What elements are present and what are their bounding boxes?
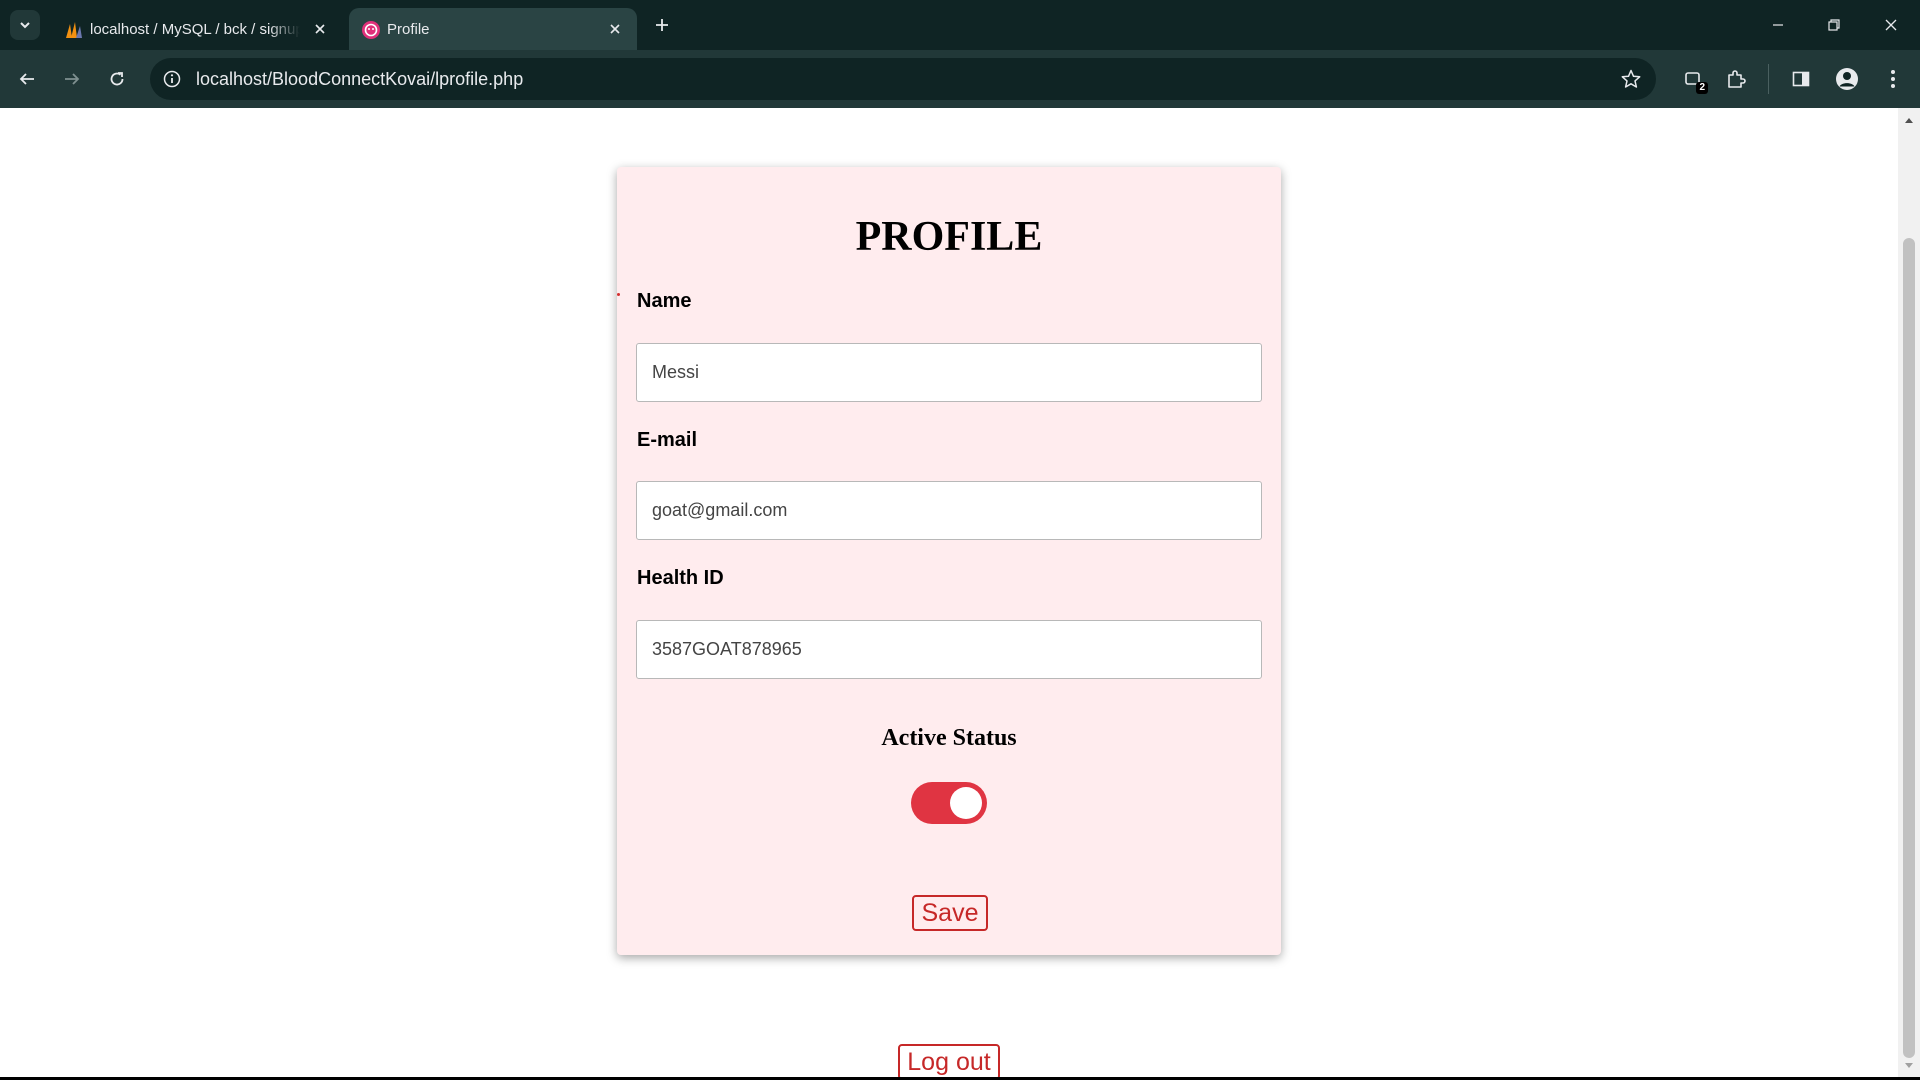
minimize-button[interactable] bbox=[1764, 11, 1792, 39]
tab-title: localhost / MySQL / bck / signup bbox=[90, 21, 300, 38]
info-icon[interactable] bbox=[162, 69, 182, 89]
profile-avatar-button[interactable] bbox=[1834, 66, 1860, 92]
profile-favicon bbox=[362, 21, 380, 39]
tab-profile[interactable]: Profile bbox=[349, 8, 637, 50]
window-close-button[interactable] bbox=[1877, 11, 1905, 39]
health-id-label: Health ID bbox=[637, 567, 724, 589]
health-id-input[interactable] bbox=[636, 620, 1262, 679]
tab-title: Profile bbox=[387, 21, 430, 38]
logout-button[interactable]: Log out bbox=[898, 1044, 1000, 1078]
arrow-right-icon bbox=[65, 73, 80, 85]
chevron-down-icon bbox=[20, 22, 30, 29]
save-button[interactable]: Save bbox=[912, 895, 988, 931]
reload-button[interactable] bbox=[103, 65, 131, 93]
restore-button[interactable] bbox=[1820, 11, 1848, 39]
forward-button[interactable] bbox=[58, 65, 86, 93]
toggle-knob bbox=[950, 787, 982, 819]
name-input[interactable] bbox=[636, 343, 1262, 402]
page-title: PROFILE bbox=[855, 214, 1043, 260]
minimize-icon bbox=[1773, 24, 1783, 26]
arrow-left-icon bbox=[19, 73, 34, 85]
reload-icon bbox=[110, 72, 124, 86]
tab-search-button[interactable] bbox=[10, 10, 40, 40]
close-icon[interactable] bbox=[310, 19, 330, 39]
email-input[interactable] bbox=[636, 481, 1262, 540]
menu-button[interactable] bbox=[1880, 66, 1906, 92]
plus-icon bbox=[656, 19, 668, 31]
side-panel-icon bbox=[1792, 71, 1810, 87]
url-text: localhost/BloodConnectKovai/lprofile.php bbox=[196, 69, 524, 89]
close-icon bbox=[1885, 19, 1897, 31]
active-status-label: Active Status bbox=[881, 725, 1017, 751]
name-label: Name bbox=[637, 290, 692, 312]
email-label: E-mail bbox=[637, 429, 698, 451]
browser-toolbar: localhost/BloodConnectKovai/lprofile.php… bbox=[0, 50, 1920, 108]
scroll-up-arrow-icon[interactable] bbox=[1903, 114, 1915, 126]
downloads-extension-button[interactable]: 2 bbox=[1680, 66, 1708, 94]
puzzle-icon bbox=[1728, 70, 1746, 88]
marker-dot bbox=[617, 293, 620, 296]
active-status-toggle[interactable] bbox=[911, 782, 987, 824]
phpmyadmin-icon bbox=[66, 22, 82, 38]
extensions-button[interactable] bbox=[1723, 66, 1749, 92]
scrollbar-thumb[interactable] bbox=[1903, 238, 1915, 1058]
browser-tab-strip: localhost / MySQL / bck / signup Profile bbox=[0, 0, 1920, 50]
page-viewport: PROFILE Name E-mail Health ID Active Sta… bbox=[0, 108, 1898, 1078]
new-tab-button[interactable] bbox=[650, 13, 674, 37]
close-icon[interactable] bbox=[605, 19, 625, 39]
kebab-menu-icon bbox=[1891, 70, 1895, 88]
extension-badge: 2 bbox=[1696, 82, 1708, 94]
back-button[interactable] bbox=[13, 65, 41, 93]
bookmark-star-icon[interactable] bbox=[1620, 68, 1642, 90]
restore-icon bbox=[1828, 19, 1840, 31]
address-bar[interactable]: localhost/BloodConnectKovai/lprofile.php bbox=[150, 58, 1656, 100]
avatar-icon bbox=[1836, 68, 1858, 90]
tab-phpmyadmin[interactable]: localhost / MySQL / bck / signup bbox=[52, 8, 342, 50]
profile-card: PROFILE Name E-mail Health ID Active Sta… bbox=[617, 167, 1281, 955]
side-panel-button[interactable] bbox=[1788, 66, 1814, 92]
page-scrollbar[interactable] bbox=[1898, 108, 1920, 1078]
scroll-down-arrow-icon[interactable] bbox=[1903, 1060, 1915, 1072]
toolbar-divider bbox=[1768, 64, 1769, 94]
